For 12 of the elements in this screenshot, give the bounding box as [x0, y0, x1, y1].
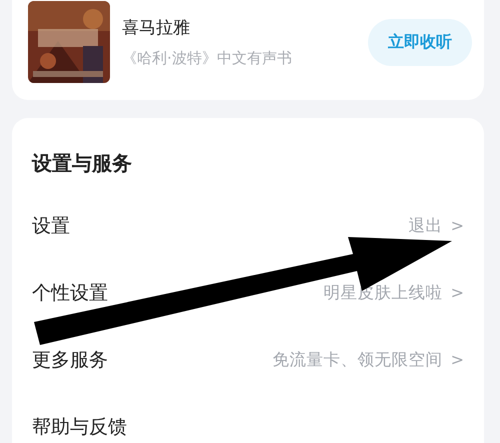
- promo-title: 喜马拉雅: [122, 17, 191, 39]
- settings-item[interactable]: 设置: [32, 212, 70, 238]
- section-title: 设置与服务: [32, 152, 133, 174]
- chevron-icon: >: [450, 350, 464, 369]
- chevron-icon: >: [450, 216, 464, 235]
- item-hint: 退出: [408, 214, 443, 236]
- settings-item[interactable]: 更多服务: [32, 346, 108, 372]
- promo-subtitle: 《哈利·波特》中文有声书: [122, 49, 293, 68]
- settings-item[interactable]: 帮助与反馈: [32, 414, 127, 440]
- chevron-icon: >: [450, 283, 464, 302]
- settings-item[interactable]: 个性设置: [32, 280, 108, 306]
- item-hint: 免流量卡、领无限空间: [272, 348, 443, 370]
